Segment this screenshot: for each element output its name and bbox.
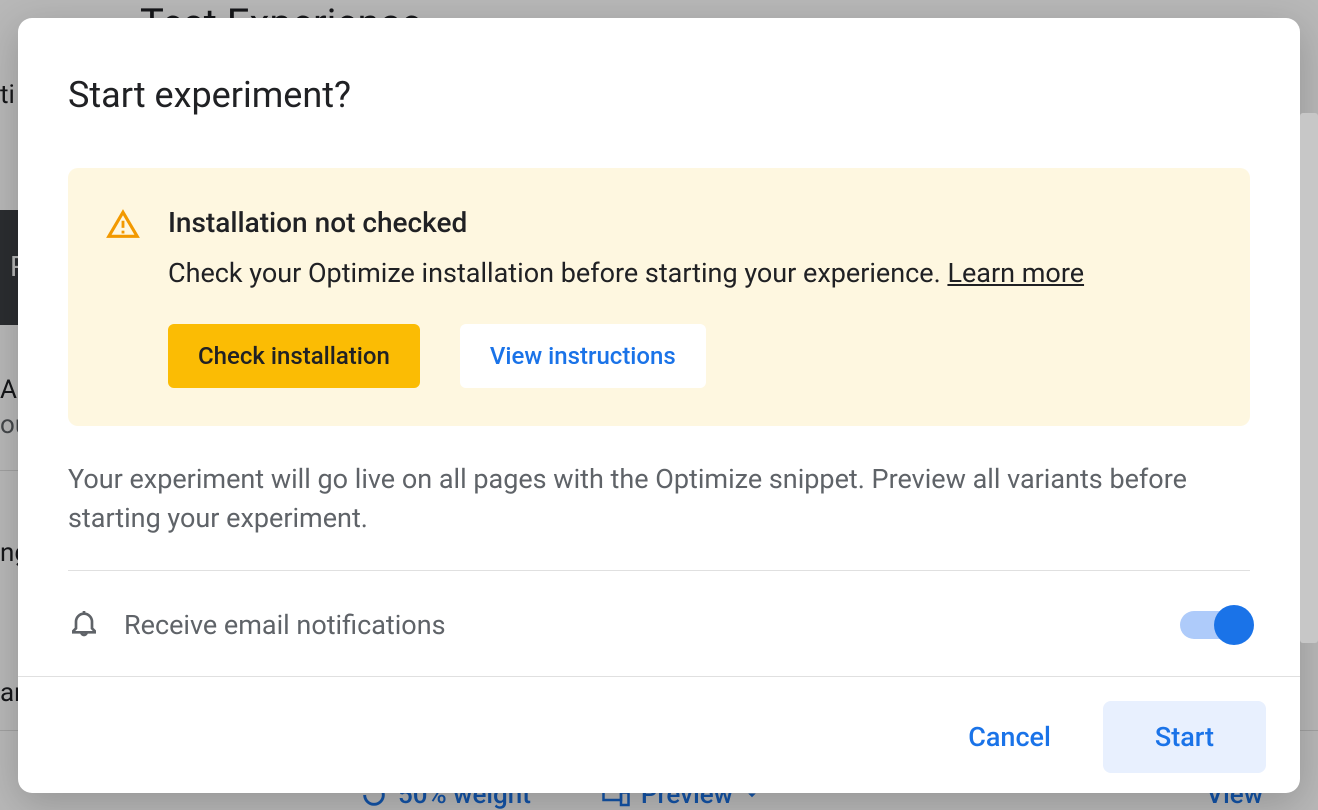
start-button[interactable]: Start (1103, 701, 1266, 773)
learn-more-link[interactable]: Learn more (947, 257, 1084, 289)
warning-icon (106, 208, 140, 246)
view-instructions-button[interactable]: View instructions (460, 324, 706, 388)
email-notifications-toggle[interactable] (1180, 611, 1250, 639)
cancel-button[interactable]: Cancel (956, 705, 1063, 769)
toggle-knob (1214, 605, 1254, 645)
email-notifications-label: Receive email notifications (124, 609, 1156, 641)
experiment-description: Your experiment will go live on all page… (68, 460, 1250, 538)
dialog-title: Start experiment? (68, 74, 1250, 116)
scrollbar[interactable] (1300, 113, 1318, 643)
warning-heading: Installation not checked (168, 206, 1212, 239)
email-notifications-row: Receive email notifications (68, 571, 1250, 676)
dialog-footer: Cancel Start (18, 676, 1300, 793)
start-experiment-dialog: Start experiment? Installation not check… (18, 18, 1300, 793)
warning-banner: Installation not checked Check your Opti… (68, 168, 1250, 426)
check-installation-button[interactable]: Check installation (168, 324, 420, 388)
warning-text: Check your Optimize installation before … (168, 253, 1212, 294)
bell-icon (68, 607, 100, 643)
